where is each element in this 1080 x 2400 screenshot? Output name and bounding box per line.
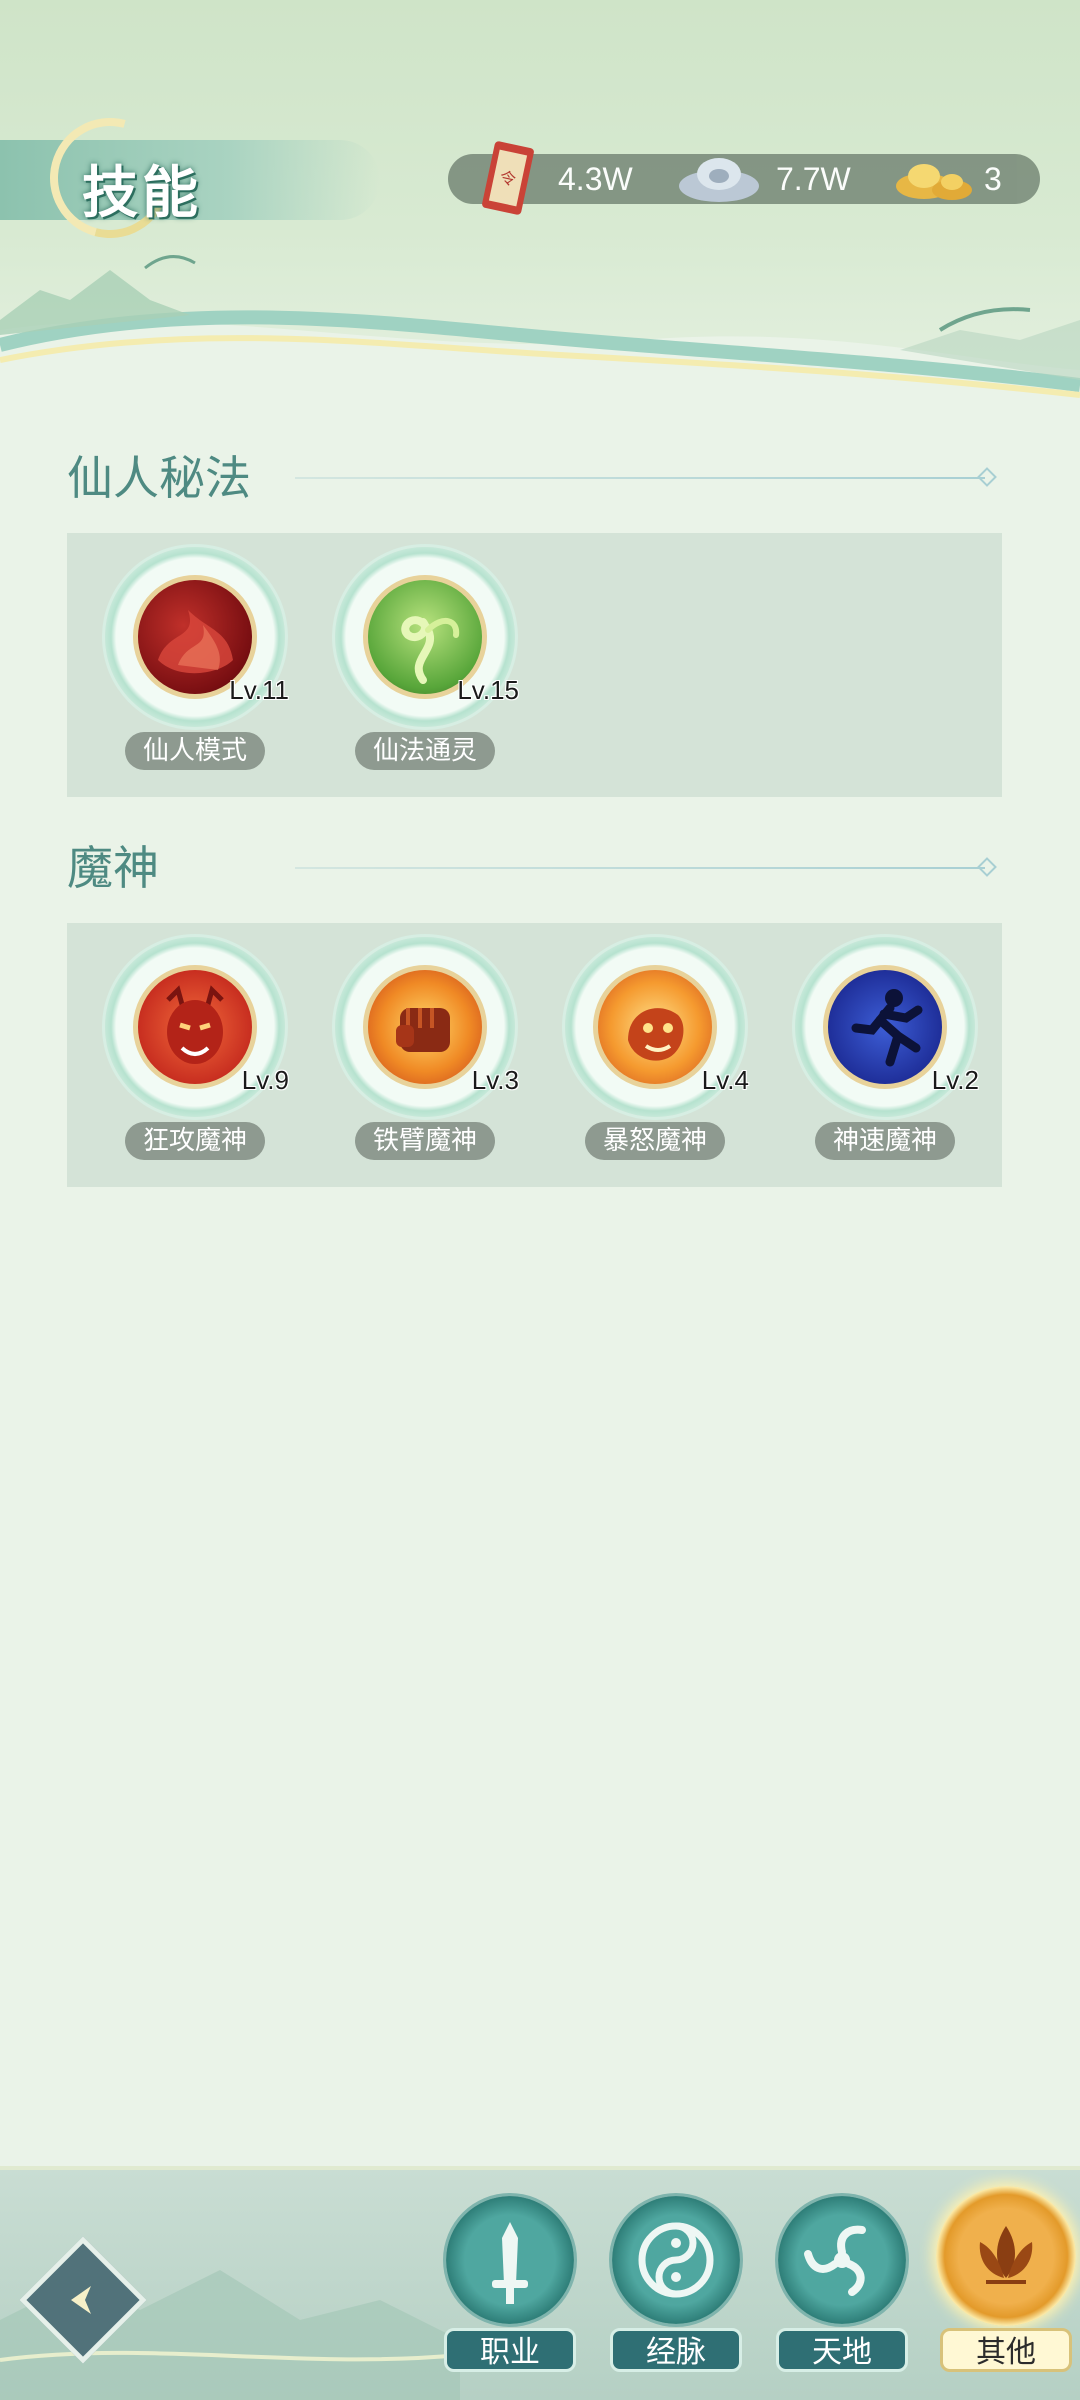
- skill-level: Lv.9: [241, 1065, 289, 1095]
- silver-ingot-icon: [674, 146, 764, 208]
- skill-name: 铁臂魔神: [355, 1122, 495, 1160]
- nav-item-other[interactable]: 其他: [936, 2186, 1076, 2376]
- running-silhouette-icon: [823, 965, 947, 1089]
- skill-card[interactable]: Lv.15 仙法通灵: [335, 547, 519, 777]
- skill-card[interactable]: Lv.11 仙人模式: [105, 547, 289, 777]
- skill-card[interactable]: Lv.3 铁臂魔神: [335, 937, 519, 1167]
- skill-card[interactable]: Lv.9 狂攻魔神: [105, 937, 289, 1167]
- nav-label: 经脉: [610, 2328, 742, 2372]
- skill-card[interactable]: Lv.2 神速魔神: [795, 937, 979, 1167]
- lotus-icon: [936, 2186, 1076, 2326]
- nav-item-career[interactable]: 职业: [440, 2196, 580, 2376]
- skill-name: 狂攻魔神: [125, 1122, 265, 1160]
- skill-level: Lv.4: [701, 1065, 749, 1095]
- nav-item-heaven-earth[interactable]: 天地: [772, 2196, 912, 2376]
- page-title: 技能: [82, 160, 202, 226]
- currency-bar: 令 4.3W 7.7W 3: [448, 141, 1040, 215]
- section-divider: [295, 867, 985, 869]
- sword-icon: [446, 2196, 574, 2324]
- skill-name: 仙法通灵: [355, 732, 495, 770]
- currency-value: 7.7W: [776, 160, 851, 197]
- skill-level: Lv.15: [457, 675, 519, 705]
- currency-value: 3: [984, 160, 1002, 197]
- taiji-icon: [612, 2196, 740, 2324]
- token-scroll-icon: 令: [480, 140, 536, 216]
- nav-label: 职业: [444, 2328, 576, 2372]
- skill-level: Lv.3: [471, 1065, 519, 1095]
- divider-tip-icon: [977, 857, 997, 877]
- flaming-fist-icon: [363, 965, 487, 1089]
- section-title: 仙人秘法: [67, 451, 251, 505]
- nav-label: 天地: [776, 2328, 908, 2372]
- skill-panel: Lv.11 仙人模式 Lv.15 仙法通灵: [67, 533, 1002, 797]
- skill-card[interactable]: Lv.4 暴怒魔神: [565, 937, 749, 1167]
- divider-tip-icon: [977, 467, 997, 487]
- fire-tiger-icon: [593, 965, 717, 1089]
- currency-value: 4.3W: [558, 160, 633, 197]
- skill-panel: Lv.9 狂攻魔神 Lv.3 铁臂魔神 Lv.4 暴怒魔神 Lv.2 神速魔神: [67, 923, 1002, 1187]
- section-divider: [295, 477, 985, 479]
- skill-level: Lv.2: [931, 1065, 979, 1095]
- triskelion-icon: [778, 2196, 906, 2324]
- demon-face-icon: [133, 965, 257, 1089]
- section-title: 魔神: [67, 841, 159, 895]
- skill-name: 仙人模式: [125, 732, 265, 770]
- gold-ingot-icon: [894, 146, 976, 208]
- nav-item-meridian[interactable]: 经脉: [606, 2196, 746, 2376]
- back-arrow-icon: [61, 2278, 105, 2322]
- nav-label: 其他: [940, 2328, 1072, 2372]
- skill-name: 神速魔神: [815, 1122, 955, 1160]
- skill-name: 暴怒魔神: [585, 1122, 725, 1160]
- skill-level: Lv.11: [229, 675, 289, 705]
